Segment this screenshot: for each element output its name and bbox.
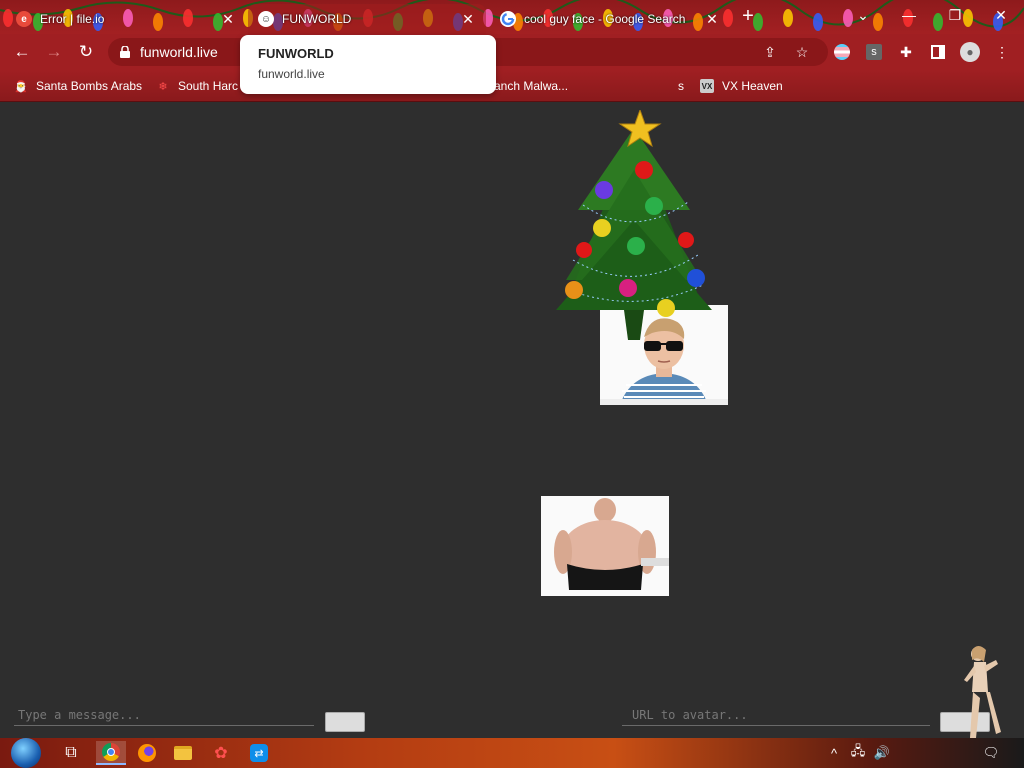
message-input[interactable] [14, 704, 314, 726]
minimize-icon: — [902, 7, 916, 23]
tab-title: cool guy face - Google Search [524, 12, 686, 26]
vx-heaven-icon: VX [700, 79, 714, 93]
kebab-menu-icon: ⋮ [995, 43, 1009, 60]
taskbar-app-red[interactable]: ✿ [206, 741, 236, 765]
arrow-left-icon: ← [13, 42, 31, 61]
side-panel-button[interactable] [928, 42, 948, 62]
s-extension-icon: s [866, 44, 882, 60]
santa-icon: 🎅 [14, 80, 28, 93]
bookmark-s[interactable]: s [678, 76, 684, 96]
reload-button[interactable]: ↻ [74, 40, 98, 64]
flag-icon [834, 44, 850, 60]
page-content [0, 102, 1024, 738]
tab-title: FUNWORLD [282, 12, 352, 26]
star-icon: ☆ [795, 43, 809, 60]
tab-search-button[interactable]: ⌄ [840, 0, 886, 30]
close-window-button[interactable]: ✕ [978, 0, 1024, 30]
tab-strip: e Error | file.io ✕ ☺ FUNWORLD ✕ cool gu… [0, 0, 1024, 34]
bookmark-malware[interactable]: anch Malwa... [494, 76, 568, 96]
file-io-icon: e [16, 11, 32, 27]
restore-icon: ❐ [948, 6, 962, 23]
folder-icon [174, 746, 192, 760]
bookmarks-bar: 🎅 Santa Bombs Arabs ❄ South Harc anch Ma… [0, 70, 1024, 102]
chevron-down-icon: ⌄ [857, 6, 869, 23]
puzzle-icon: ✚ [900, 43, 912, 60]
profile-button[interactable]: ● [960, 42, 980, 62]
forward-button[interactable]: → [42, 40, 66, 64]
tab-funworld[interactable]: ☺ FUNWORLD ✕ [248, 4, 486, 34]
bookmark-south-harc[interactable]: ❄ South Harc [156, 76, 238, 96]
network-icon: 🖧 [850, 743, 866, 758]
tooltip-url: funworld.live [258, 67, 325, 81]
taskbar-chrome[interactable] [96, 741, 126, 765]
light-bulb [783, 9, 793, 27]
windows-start-icon [11, 738, 41, 768]
close-tab-icon[interactable]: ✕ [704, 11, 720, 28]
tooltip-title: FUNWORLD [258, 46, 334, 61]
url-text: funworld.live [140, 44, 218, 60]
menu-button[interactable]: ⋮ [992, 42, 1012, 62]
close-tab-icon[interactable]: ✕ [460, 11, 476, 28]
taskbar-firefox[interactable] [132, 741, 162, 765]
tab-file-io[interactable]: e Error | file.io ✕ [6, 4, 246, 34]
shirtless-man-photo [541, 496, 669, 596]
task-view-button[interactable]: ⧉ [56, 741, 86, 765]
bookmark-label: South Harc [178, 79, 239, 93]
bookmark-label: anch Malwa... [494, 79, 569, 93]
bookmark-vx-heaven[interactable]: VX VX Heaven [700, 76, 783, 96]
funworld-icon: ☺ [258, 11, 274, 27]
google-icon [500, 11, 516, 27]
share-icon: ⇪ [764, 43, 776, 60]
tab-google-search[interactable]: cool guy face - Google Search ✕ [490, 4, 730, 34]
bookmark-label: s [678, 79, 684, 93]
reload-icon: ↻ [78, 42, 94, 61]
bookmark-santa-bombs[interactable]: 🎅 Santa Bombs Arabs [14, 76, 142, 96]
snowflake-icon: ❄ [158, 80, 168, 93]
minimize-button[interactable]: — [886, 0, 932, 30]
send-button[interactable] [325, 712, 365, 732]
close-icon: ✕ [995, 6, 1007, 23]
chevron-up-icon: ^ [830, 745, 838, 761]
tab-title: Error | file.io [40, 12, 105, 26]
restore-button[interactable]: ❐ [932, 0, 978, 30]
bookmark-label: VX Heaven [722, 79, 783, 93]
teamviewer-icon: ⇄ [250, 744, 268, 762]
back-button[interactable]: ← [10, 40, 34, 64]
start-button[interactable] [8, 738, 44, 768]
side-panel-icon [931, 45, 945, 59]
bookmark-label: Santa Bombs Arabs [36, 79, 143, 93]
share-button[interactable]: ⇪ [760, 42, 780, 62]
task-view-icon: ⧉ [65, 744, 77, 761]
show-hidden-icons-button[interactable]: ^ [826, 744, 842, 762]
tab-hover-tooltip: FUNWORLD funworld.live [240, 35, 496, 94]
bookmark-star-button[interactable]: ☆ [792, 42, 812, 62]
avatar-url-input[interactable] [622, 704, 930, 726]
windows-taskbar: ⧉ ✿ ⇄ ^ 🖧 🔊 🗨 [0, 738, 1024, 768]
extension-flag-button[interactable] [832, 42, 852, 62]
speaker-icon: 🔊 [873, 745, 891, 760]
taskbar-file-explorer[interactable] [168, 741, 198, 765]
lock-icon [120, 46, 130, 58]
dancing-figure-image [964, 646, 1001, 738]
volume-button[interactable]: 🔊 [872, 744, 892, 762]
avatar-icon: ● [960, 42, 980, 62]
christmas-tree-image [556, 110, 712, 340]
network-button[interactable]: 🖧 [848, 743, 868, 762]
arrow-right-icon: → [45, 42, 63, 61]
taskbar-teamviewer[interactable]: ⇄ [244, 741, 274, 765]
firefox-icon [138, 744, 156, 762]
extension-s-button[interactable]: s [864, 42, 884, 62]
browser-toolbar: ← → ↻ funworld.live ⇪ ☆ s ✚ ● ⋮ [0, 34, 1024, 70]
close-tab-icon[interactable]: ✕ [220, 11, 236, 28]
app-icon: ✿ [214, 745, 228, 762]
light-bulb [813, 13, 823, 31]
extensions-button[interactable]: ✚ [896, 42, 916, 62]
notification-icon: 🗨 [982, 745, 1000, 760]
new-tab-button[interactable]: + [738, 6, 758, 28]
action-center-button[interactable]: 🗨 [978, 744, 1004, 762]
chrome-icon [102, 743, 120, 761]
